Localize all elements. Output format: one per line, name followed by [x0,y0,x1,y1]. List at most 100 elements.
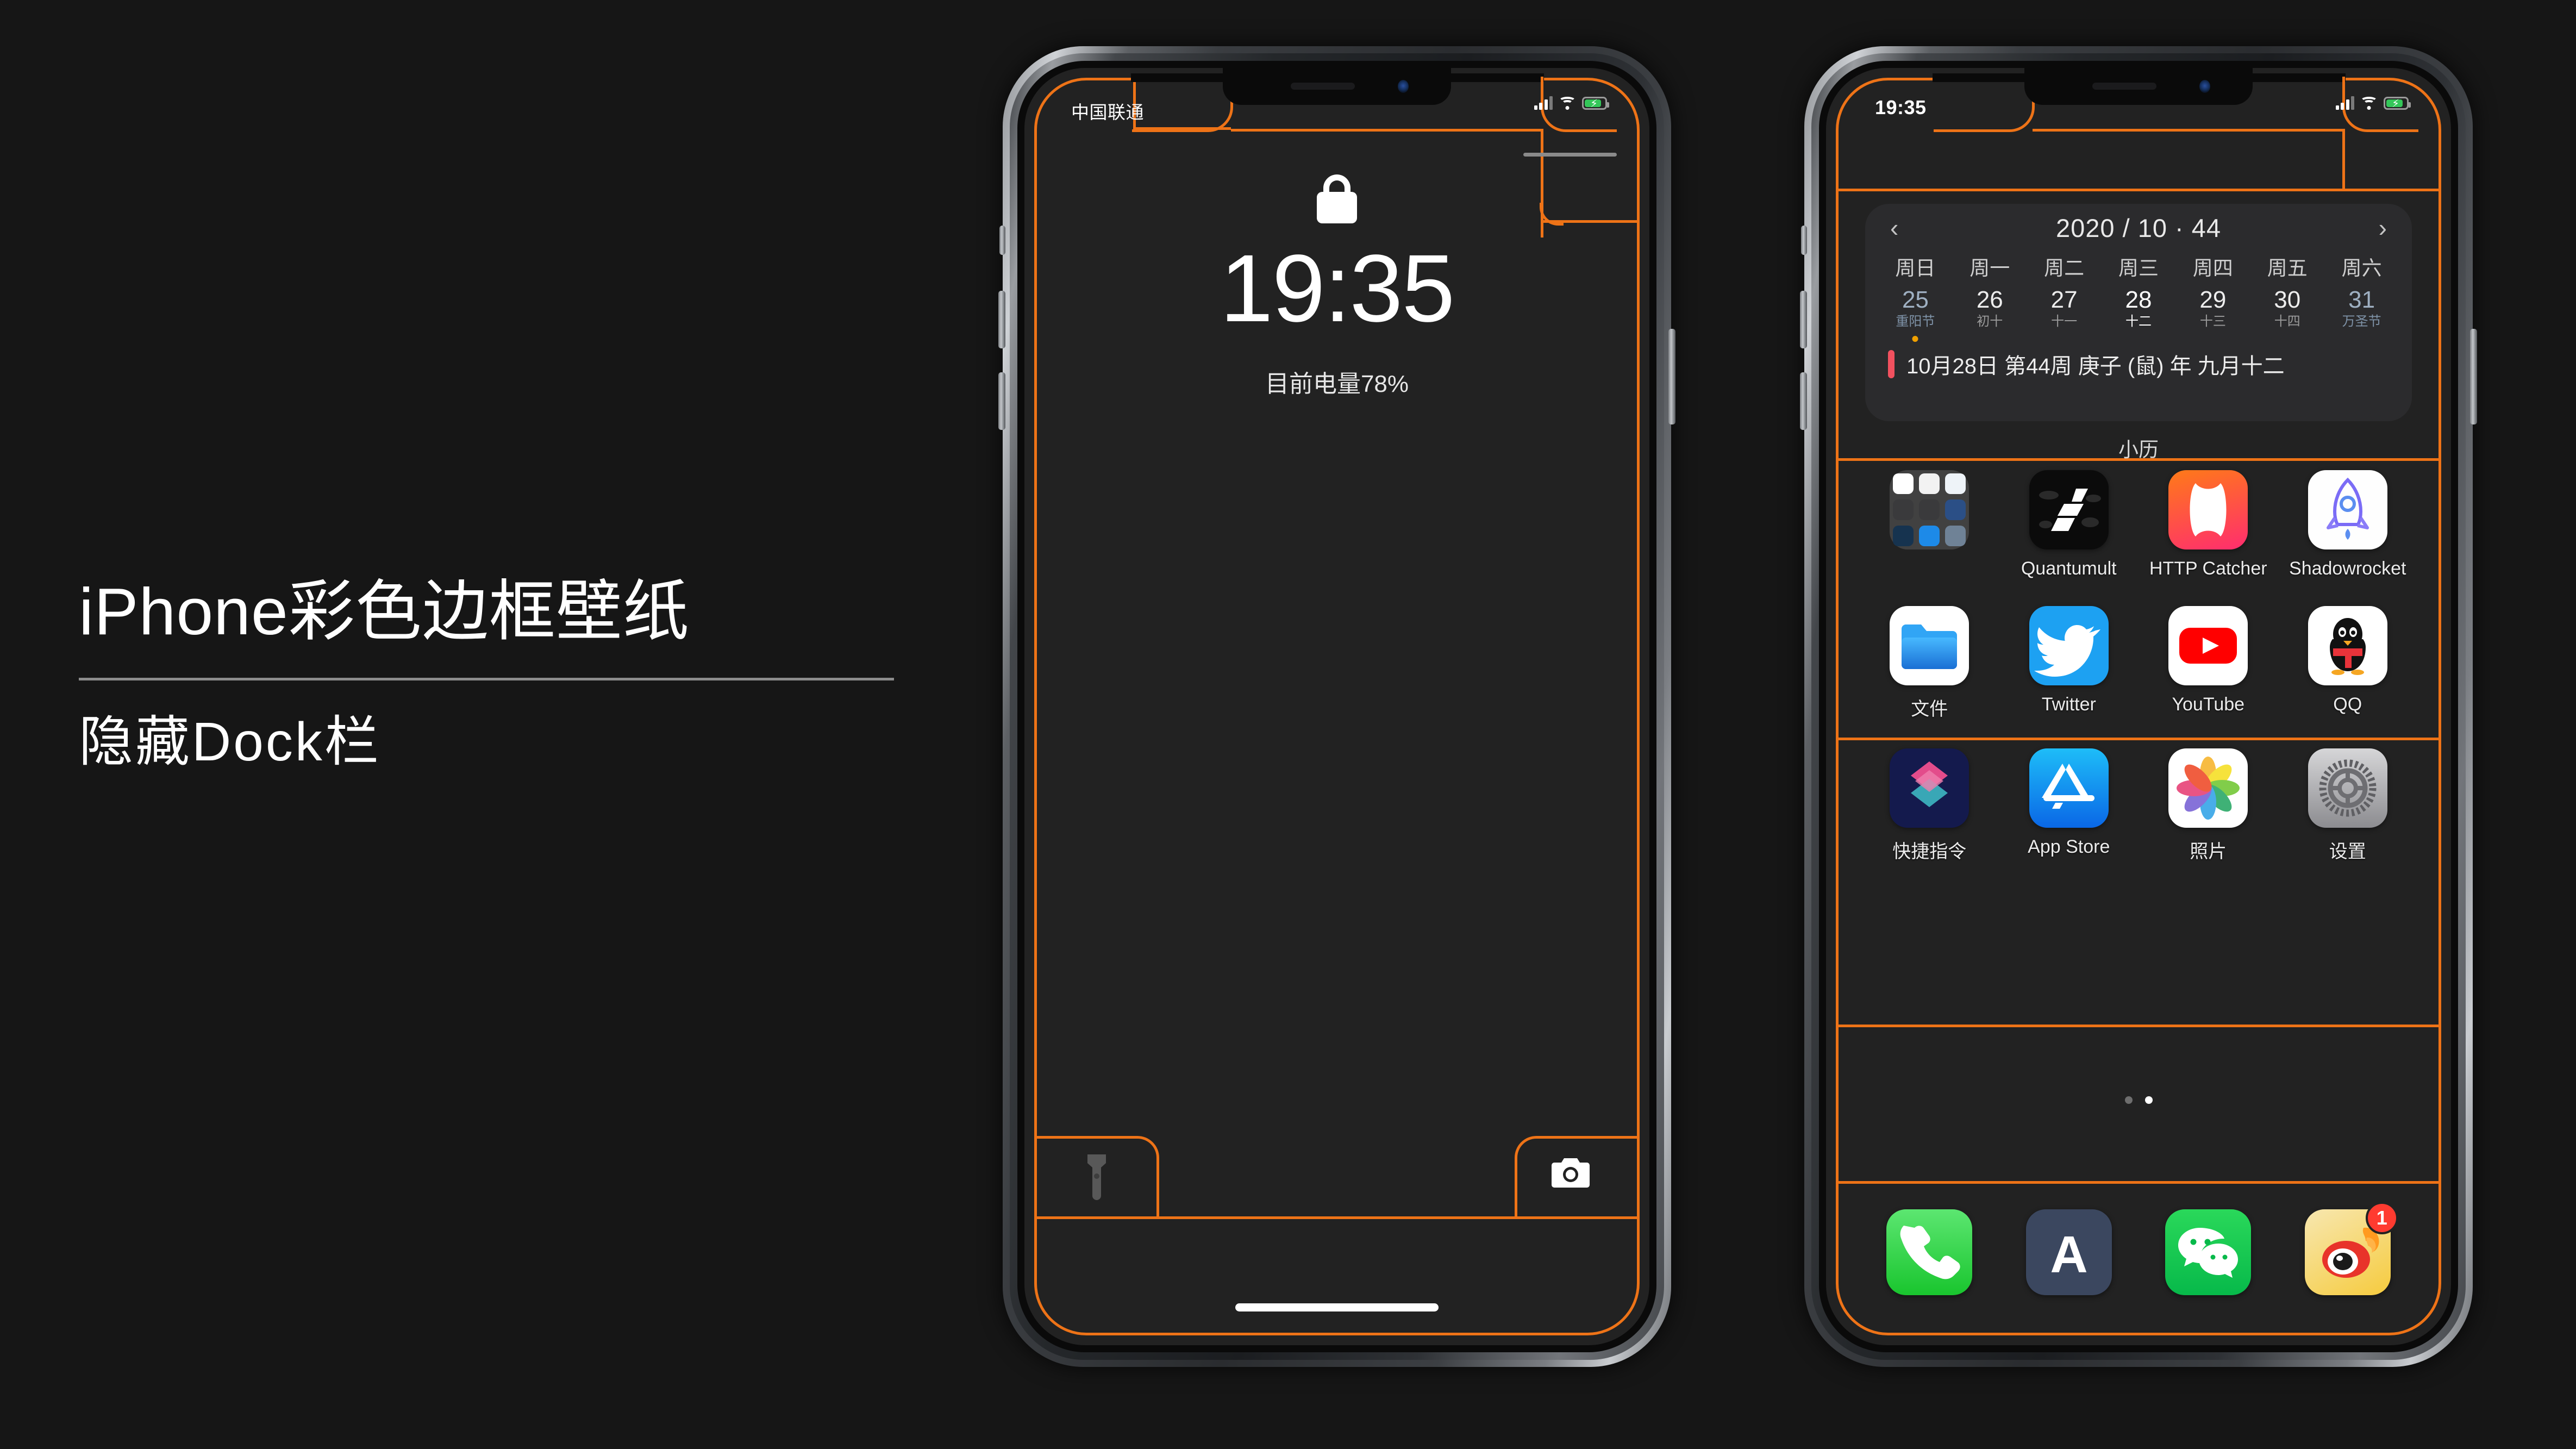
orange-band-3 [1836,738,2441,740]
power-button[interactable] [1668,329,1675,424]
home-indicator[interactable] [1235,1303,1439,1311]
headline-secondary: 隐藏Dock栏 [79,711,381,773]
calendar-widget[interactable]: ‹ 2020 / 10 · 44 › 周日 周一 周二 周三 周四 周五 周六 25 重阳节 2… [1865,204,2412,421]
chevron-left-icon[interactable]: ‹ [1890,215,1898,240]
app-label: 照片 [2190,841,2227,862]
volume-down-button[interactable] [1800,372,1807,430]
lock-screen[interactable]: 中国联通 ⚡ 19:35 目前电量78% [1024,68,1649,1345]
app-label: QQ [2333,694,2362,715]
http-catcher-icon [2168,470,2248,549]
dock-cell[interactable] [1860,1209,1999,1295]
chevron-right-icon[interactable]: › [2379,215,2387,240]
page-dot[interactable] [2144,1096,2153,1104]
mute-switch[interactable] [999,226,1005,255]
calendar-lunar-label: 初十 [1977,314,2003,329]
calendar-weekday-row: 周日 周一 周二 周三 周四 周五 周六 [1865,252,2412,281]
lock-screen-phone: 中国联通 ⚡ 19:35 目前电量78% [998,46,1675,1367]
status-clock: 19:35 [1875,96,1927,118]
calendar-day-cell[interactable]: 31 万圣节 [2324,286,2399,330]
calendar-day-cell[interactable]: 30 十四 [2250,286,2324,330]
calendar-day-cell[interactable]: 27 十一 [2027,287,2102,330]
calendar-lunar-label: 十二 [2125,314,2152,329]
volume-up-button[interactable] [1800,291,1807,348]
a-app-icon: A [2025,1209,2112,1295]
app-cell[interactable]: 照片 [2139,748,2278,863]
power-button[interactable] [2470,329,2477,424]
calendar-lunar-label: 十四 [2274,314,2300,329]
flashlight-icon[interactable] [1080,1152,1114,1202]
accent-tick [1888,350,1895,379]
settings-icon [2308,748,2387,828]
orange-band-5 [1836,1181,2441,1184]
calendar-day-number: 31 [2348,286,2375,313]
app-label: 文件 [1911,699,1948,720]
app-label: Shadowrocket [2289,558,2406,579]
app-cell[interactable]: 文件 [1860,606,1999,721]
folder-icon [1890,470,1969,549]
wifi-icon [1559,96,1576,110]
orange-band-4 [1836,1025,2441,1027]
event-dot [1912,336,1918,342]
mute-switch[interactable] [1801,226,1807,255]
orange-right-divider [2342,129,2345,190]
volume-down-button[interactable] [998,372,1005,430]
battery-status-text: 目前电量78% [1265,371,1409,397]
app-cell[interactable]: HTTP Catcher [2139,470,2278,579]
volume-up-button[interactable] [998,291,1005,348]
orange-notch-bottom [2033,129,2345,132]
shortcuts-icon [1890,748,1969,828]
battery-charging-icon: ⚡ [2384,96,2411,110]
app-cell[interactable]: Quantumult [1999,470,2139,579]
calendar-weekday: 周四 [2192,257,2233,279]
calendar-weekday: 周三 [2118,257,2159,279]
calendar-day-cell[interactable]: 28 十二 [2102,283,2176,330]
app-cell[interactable]: 设置 [2278,748,2418,863]
dock-cell[interactable]: 1 [2278,1202,2418,1295]
app-label: 快捷指令 [1892,841,1967,862]
page-dot[interactable] [2124,1096,2133,1104]
orange-bottom-divider [1034,1216,1640,1219]
front-camera-icon [2199,80,2210,93]
files-icon [1890,606,1969,685]
app-row-2: 文件 Twitter YouTube QQ [1860,606,2417,721]
calendar-day-number: 26 [1976,286,2003,313]
calendar-weekday: 周二 [2044,257,2085,279]
notch [1223,68,1451,105]
headline-divider [79,678,894,681]
dock-cell[interactable] [2139,1209,2278,1295]
status-icons: ⚡ [2335,96,2411,110]
calendar-lunar-label: 万圣节 [2342,314,2381,329]
notch [2024,68,2253,105]
app-label: 设置 [2329,841,2366,862]
calendar-day-cell[interactable]: 29 十三 [2175,286,2250,330]
calendar-day-row: 25 重阳节 26 初十 27 十一 28 十二 29 十三 30 十四 31 万圣节 [1865,281,2412,342]
shadowrocket-icon [2308,470,2387,549]
calendar-day-number: 30 [2274,286,2301,313]
app-cell[interactable]: YouTube [2139,606,2278,721]
app-cell[interactable]: Shadowrocket [2278,470,2418,579]
page-indicator[interactable] [1826,1096,2451,1104]
home-screen[interactable]: 19:35 ⚡ ‹ 2020 / 10 · 44 › 周日 周一 周二 周三 周四 周五周… [1826,68,2451,1345]
app-cell[interactable]: 快捷指令 [1860,748,1999,863]
dock-cell[interactable]: A [1999,1209,2139,1295]
app-label: Twitter [2041,694,2096,715]
app-cell[interactable] [1860,470,1999,579]
calendar-day-cell[interactable]: 25 重阳节 [1878,287,1953,342]
app-cell[interactable]: App Store [1999,748,2139,863]
earpiece-speaker-icon [2092,83,2156,90]
camera-icon[interactable] [1550,1156,1591,1190]
front-camera-icon [1398,80,1409,93]
calendar-weekday: 周一 [1969,257,2010,279]
calendar-day-cell[interactable]: 26 初十 [1953,286,2027,330]
calendar-day-number: 28 [2125,286,2152,313]
orange-band-1 [1836,189,2441,191]
calendar-day-number: 29 [2199,286,2227,313]
app-cell[interactable]: Twitter [1999,606,2139,721]
battery-charging-icon: ⚡ [1582,96,1609,110]
status-grey-line [1523,153,1617,157]
home-screen-phone: 19:35 ⚡ ‹ 2020 / 10 · 44 › 周日 周一 周二 周三 周四 周五周… [1800,46,2477,1367]
lock-clock: 19:35 [1220,235,1455,342]
app-cell[interactable]: QQ [2278,606,2418,721]
qq-icon [2308,606,2387,685]
svg-text:A: A [2050,1226,2087,1284]
